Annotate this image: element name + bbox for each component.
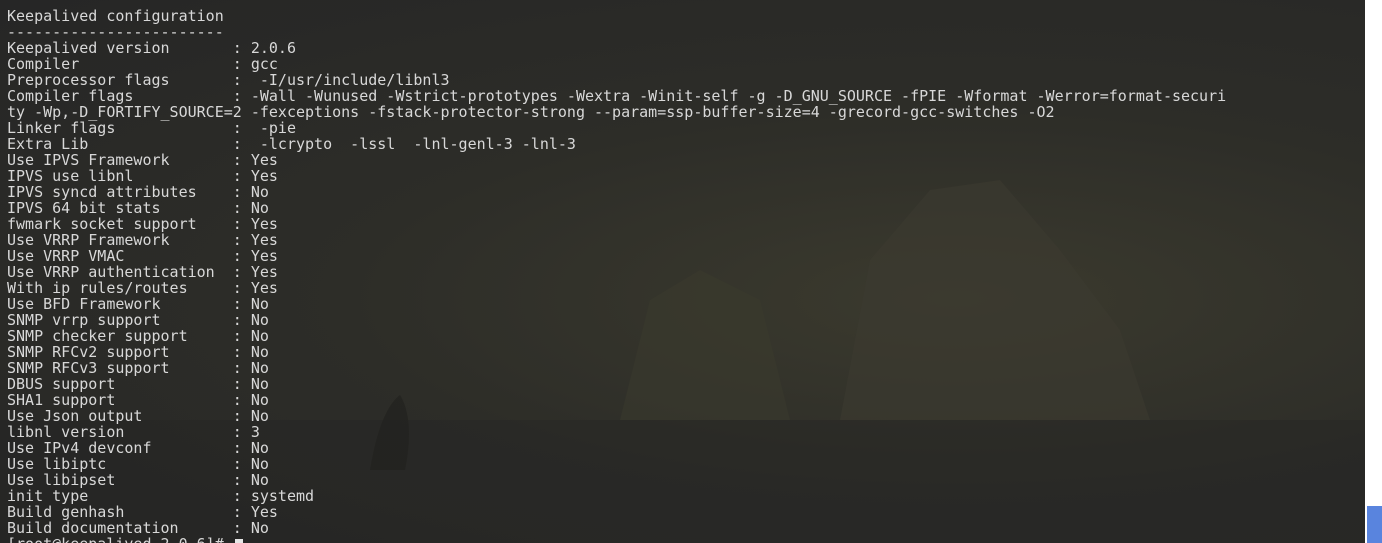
terminal-line: IPVS use libnl : Yes bbox=[7, 167, 278, 185]
terminal-line: IPVS 64 bit stats : No bbox=[7, 199, 269, 217]
terminal-line: Extra Lib : -lcrypto -lssl -lnl-genl-3 -… bbox=[7, 135, 576, 153]
terminal-window[interactable]: Keepalived configuration ----------------… bbox=[0, 0, 1365, 543]
terminal-line: SNMP RFCv2 support : No bbox=[7, 343, 269, 361]
terminal-line: Use Json output : No bbox=[7, 407, 269, 425]
terminal-line: SNMP vrrp support : No bbox=[7, 311, 269, 329]
terminal-line: Build genhash : Yes bbox=[7, 503, 278, 521]
terminal-line: Keepalived configuration bbox=[7, 7, 224, 25]
shell-prompt[interactable]: [root@keepalived-2.0.6]# bbox=[7, 536, 1365, 543]
terminal-line: Use libipset : No bbox=[7, 471, 269, 489]
terminal-line: Use IPv4 devconf : No bbox=[7, 439, 269, 457]
terminal-line: Preprocessor flags : -I/usr/include/libn… bbox=[7, 71, 450, 89]
terminal-line: Compiler flags : -Wall -Wunused -Wstrict… bbox=[7, 87, 1227, 105]
terminal-line: IPVS syncd attributes : No bbox=[7, 183, 269, 201]
terminal-line: ------------------------ bbox=[7, 23, 224, 41]
terminal-line: ty -Wp,-D_FORTIFY_SOURCE=2 -fexceptions … bbox=[7, 103, 1055, 121]
terminal-line: Use IPVS Framework : Yes bbox=[7, 151, 278, 169]
terminal-line: Keepalived version : 2.0.6 bbox=[7, 39, 296, 57]
terminal-line: With ip rules/routes : Yes bbox=[7, 279, 278, 297]
prompt-text: [root@keepalived-2.0.6]# bbox=[7, 535, 233, 543]
terminal-line: Use VRRP authentication : Yes bbox=[7, 263, 278, 281]
terminal-line: SHA1 support : No bbox=[7, 391, 269, 409]
terminal-output: Keepalived configuration ----------------… bbox=[7, 8, 1365, 543]
terminal-line: libnl version : 3 bbox=[7, 423, 260, 441]
terminal-line: Compiler : gcc bbox=[7, 55, 278, 73]
terminal-line: Use libiptc : No bbox=[7, 455, 269, 473]
scrollbar-thumb[interactable] bbox=[1367, 506, 1382, 543]
terminal-line: Linker flags : -pie bbox=[7, 119, 296, 137]
terminal-line: Build documentation : No bbox=[7, 519, 269, 537]
window-edge bbox=[1365, 0, 1382, 543]
terminal-line: SNMP RFCv3 support : No bbox=[7, 359, 269, 377]
terminal-line: Use BFD Framework : No bbox=[7, 295, 269, 313]
terminal-line: SNMP checker support : No bbox=[7, 327, 269, 345]
terminal-line: Use VRRP VMAC : Yes bbox=[7, 247, 278, 265]
terminal-line: Use VRRP Framework : Yes bbox=[7, 231, 278, 249]
text-cursor bbox=[234, 539, 243, 543]
terminal-line: init type : systemd bbox=[7, 487, 315, 505]
terminal-line: fwmark socket support : Yes bbox=[7, 215, 278, 233]
terminal-line: DBUS support : No bbox=[7, 375, 269, 393]
